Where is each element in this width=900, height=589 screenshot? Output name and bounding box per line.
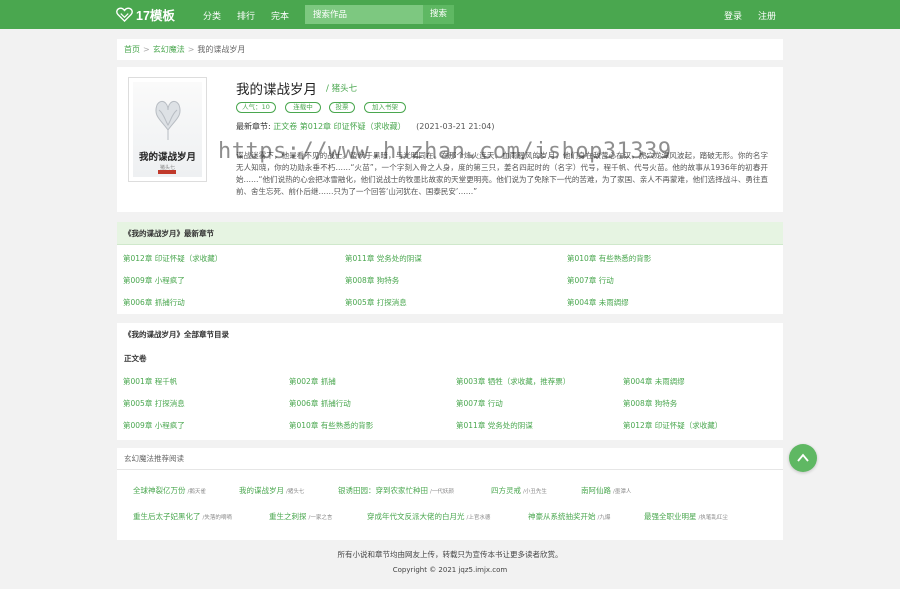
footer-disclaimer: 所有小说和章节均由网友上传，转载只为宣传本书让更多读者欣赏。: [337, 550, 563, 559]
latest-label: 最新章节:: [236, 122, 271, 131]
chapter-link[interactable]: 第008章 狗特务: [623, 398, 677, 409]
chapter-link[interactable]: 第005章 打探消息: [123, 398, 185, 409]
watermark-text: https://www.huzhan.com/ishop31339: [218, 139, 672, 164]
chapter-link[interactable]: 第009章 小程疯了: [123, 420, 185, 431]
recommend-author: /墨潭人: [613, 489, 632, 495]
recommend-panel: 玄幻魔法推荐阅读 全球神裂亿万份/鹅天雀 我的谍战岁月/猪头七 银诱田园：穿到农…: [117, 448, 783, 540]
breadcrumb: 首页 > 玄幻魔法 > 我的谍战岁月: [117, 39, 783, 60]
breadcrumb-separator: >: [143, 45, 150, 54]
recommend-author: /失落的嘀嘀: [202, 515, 232, 521]
recommend-item[interactable]: 全球神裂亿万份/鹅天雀: [133, 485, 206, 496]
chapter-link[interactable]: 第011章 党务处的阴谋: [456, 420, 533, 431]
latest-chapter-row: 最新章节: 正文卷 第012章 印证怀疑（求收藏） (2021-03-21 21…: [236, 121, 495, 132]
chapter-link[interactable]: 第007章 行动: [456, 398, 503, 409]
newest-heading: 《我的谍战岁月》最新章节: [117, 222, 783, 245]
recommend-heading: 玄幻魔法推荐阅读: [117, 448, 783, 470]
top-navbar: 17模板 分类 排行 完本 搜索 登录 注册: [0, 0, 900, 29]
logo-text: 17模板: [136, 9, 175, 23]
recommend-item[interactable]: 南阿仙路/墨潭人: [581, 485, 631, 496]
recommend-author: /九爆: [597, 515, 611, 521]
latest-time: (2021-03-21 21:04): [416, 122, 495, 131]
catalog-heading: 《我的谍战岁月》全部章节目录: [124, 330, 229, 339]
status-badge: 连载中: [285, 102, 321, 113]
chapter-link[interactable]: 第012章 印证怀疑（求收藏）: [123, 253, 222, 264]
vote-button[interactable]: 投票: [329, 102, 355, 113]
site-logo[interactable]: 17模板: [116, 6, 175, 23]
breadcrumb-current: 我的谍战岁月: [197, 45, 246, 54]
heart-logo-icon: [116, 7, 133, 22]
breadcrumb-category[interactable]: 玄幻魔法: [153, 45, 185, 54]
chapter-link[interactable]: 第004章 未雨绸缪: [567, 297, 629, 308]
nav-ranking[interactable]: 排行: [237, 9, 255, 22]
chapter-link[interactable]: 第007章 行动: [567, 275, 614, 286]
nav-completed[interactable]: 完本: [271, 9, 289, 22]
recommend-title: 穿成年代文反派大佬的白月光: [367, 512, 465, 521]
book-title: 我的谍战岁月: [236, 82, 317, 98]
arrow-up-icon: [797, 453, 809, 462]
chapter-link[interactable]: 第009章 小程疯了: [123, 275, 185, 286]
recommend-author: /执笔乱红尘: [698, 515, 728, 521]
chapter-link[interactable]: 第012章 印证怀疑（求收藏）: [623, 420, 722, 431]
recommend-item[interactable]: 重生后太子妃黑化了/失落的嘀嘀: [133, 511, 232, 522]
chapter-link[interactable]: 第006章 抓捕行动: [123, 297, 185, 308]
recommend-title: 我的谍战岁月: [239, 486, 284, 495]
book-cover[interactable]: 我的谍战岁月 猪头七: [128, 77, 207, 182]
recommend-title: 最强全职业明星: [644, 512, 697, 521]
chapter-link[interactable]: 第001章 程千帆: [123, 376, 177, 387]
chapter-link[interactable]: 第008章 狗特务: [345, 275, 399, 286]
recommend-author: /一代妖颜: [430, 489, 454, 495]
chapter-link[interactable]: 第002章 抓捕: [289, 376, 336, 387]
recommend-author: /猪头七: [286, 489, 305, 495]
chapter-link[interactable]: 第004章 未雨绸缪: [623, 376, 685, 387]
cover-publisher-mark: [158, 170, 176, 174]
chapter-link[interactable]: 第010章 有些熟悉的背影: [567, 253, 651, 264]
recommend-title: 全球神裂亿万份: [133, 486, 186, 495]
search-button[interactable]: 搜索: [423, 5, 454, 24]
chapter-link[interactable]: 第003章 牺牲（求收藏，推荐票）: [456, 376, 570, 387]
login-link[interactable]: 登录: [724, 9, 742, 22]
recommend-item[interactable]: 神豪从系统抽奖开始/九爆: [528, 511, 610, 522]
recommend-title: 银诱田园：穿到农家忙种田: [338, 486, 428, 495]
recommend-item[interactable]: 重生之刺探/一家之言: [269, 511, 332, 522]
recommend-title: 四方灵戒: [491, 486, 521, 495]
recommend-item[interactable]: 四方灵戒/小丑先生: [491, 485, 547, 496]
breadcrumb-home[interactable]: 首页: [124, 45, 140, 54]
recommend-item[interactable]: 穿成年代文反派大佬的白月光/上官水德: [367, 511, 490, 522]
chapter-catalog-panel: 《我的谍战岁月》全部章节目录 正文卷 第001章 程千帆 第002章 抓捕 第0…: [117, 323, 783, 440]
recommend-item[interactable]: 银诱田园：穿到农家忙种田/一代妖颜: [338, 485, 454, 496]
cover-flower-icon: [155, 100, 181, 140]
footer-copyright: Copyright © 2021 jqz5.imjx.com: [392, 566, 508, 574]
recommend-title: 南阿仙路: [581, 486, 611, 495]
recommend-author: /小丑先生: [523, 489, 547, 495]
recommend-title: 重生之刺探: [269, 512, 307, 521]
add-to-shelf-button[interactable]: 加入书架: [364, 102, 406, 113]
chapter-link[interactable]: 第006章 抓捕行动: [289, 398, 351, 409]
popularity-badge: 人气：10: [236, 102, 276, 113]
chapter-link[interactable]: 第011章 党务处的阴谋: [345, 253, 422, 264]
recommend-author: /上官水德: [466, 515, 491, 521]
cover-art: 我的谍战岁月 猪头七: [133, 82, 202, 177]
recommend-title: 重生后太子妃黑化了: [133, 512, 201, 521]
cover-title: 我的谍战岁月: [138, 152, 196, 163]
nav-category[interactable]: 分类: [203, 9, 221, 22]
book-author[interactable]: / 猪头七: [326, 82, 357, 94]
back-to-top-button[interactable]: [789, 444, 817, 472]
recommend-item[interactable]: 最强全职业明星/执笔乱红尘: [644, 511, 728, 522]
recommend-title: 神豪从系统抽奖开始: [528, 512, 596, 521]
register-link[interactable]: 注册: [758, 9, 776, 22]
latest-chapter-link[interactable]: 正文卷 第012章 印证怀疑（求收藏）: [273, 122, 405, 131]
search-input[interactable]: [305, 5, 423, 24]
recommend-item[interactable]: 我的谍战岁月/猪头七: [239, 485, 304, 496]
recommend-author: /一家之言: [308, 515, 333, 521]
chapter-link[interactable]: 第010章 有些熟悉的背影: [289, 420, 373, 431]
breadcrumb-separator: >: [187, 45, 195, 54]
chapter-link[interactable]: 第005章 打探消息: [345, 297, 407, 308]
volume-title: 正文卷: [124, 354, 147, 363]
newest-chapters-panel: 《我的谍战岁月》最新章节 第012章 印证怀疑（求收藏） 第011章 党务处的阴…: [117, 222, 783, 314]
recommend-author: /鹅天雀: [187, 489, 206, 495]
